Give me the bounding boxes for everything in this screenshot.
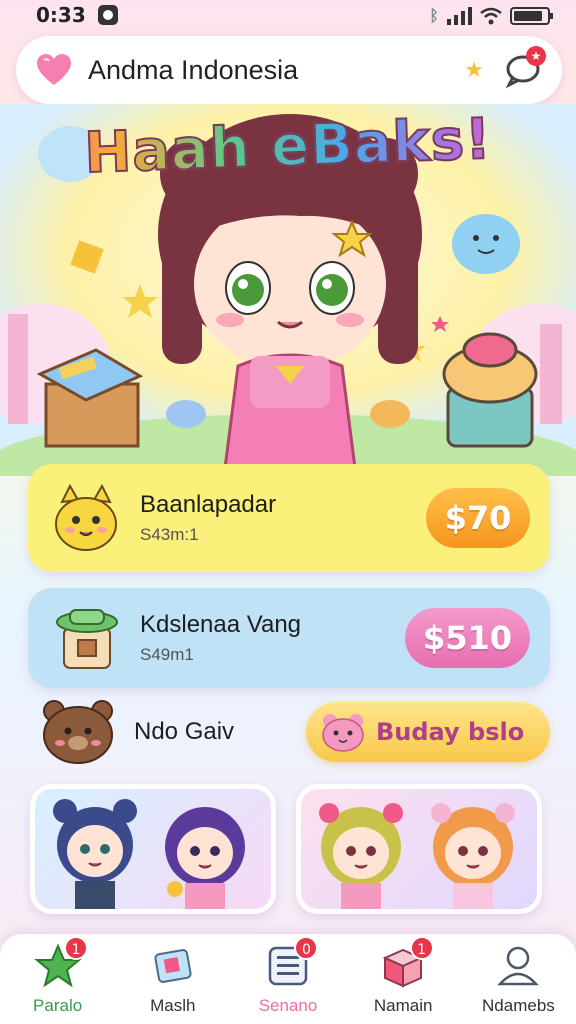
nav-badge: 0 <box>294 936 319 960</box>
signal-icon <box>447 6 472 25</box>
list-item[interactable]: Ndo Gaiv Buday bslo <box>40 696 550 768</box>
profile-icon <box>497 946 540 986</box>
price-button[interactable]: $510 <box>404 608 530 668</box>
item-name: Ndo Gaiv <box>134 718 235 745</box>
list-item[interactable]: Kdslenaa Vang S49m1 $510 <box>28 588 550 688</box>
nav-label: Namain <box>373 996 433 1015</box>
list-item[interactable]: Baanlapadar S43m:1 $70 <box>28 464 550 572</box>
item-name: Baanlapadar <box>140 491 277 518</box>
chat-button[interactable]: ★ <box>500 46 546 92</box>
item-subtitle: S43m:1 <box>140 525 199 544</box>
app-header: Andma Indonesia ★ ★ <box>16 36 562 104</box>
status-time: 0:33 <box>36 3 86 27</box>
nav-badge: 1 <box>64 936 88 960</box>
card-icon <box>154 949 192 983</box>
gallery-card[interactable] <box>30 784 276 914</box>
nav-label: Ndamebs <box>482 996 555 1015</box>
heart-icon[interactable] <box>34 50 74 90</box>
green-hat-box-icon <box>56 609 118 669</box>
yellow-cat-icon <box>55 483 117 551</box>
battery-icon <box>510 6 553 25</box>
buddy-button[interactable]: Buday bslo <box>306 702 550 762</box>
nav-item-paralo[interactable]: 1 Paralo <box>0 934 115 1024</box>
chat-badge: ★ <box>526 46 546 66</box>
brown-bear-icon <box>43 700 113 764</box>
chibi-girls-image <box>319 803 515 909</box>
nav-badge: 1 <box>409 936 434 960</box>
buddy-button-label: Buday bslo <box>376 718 525 746</box>
item-subtitle: S49m1 <box>140 645 194 664</box>
star-icon: ★ <box>464 57 484 83</box>
price-button[interactable]: $70 <box>426 488 530 548</box>
nav-item-maslh[interactable]: Maslh <box>115 934 230 1024</box>
chibi-pair-image <box>53 799 245 909</box>
nav-label: Maslh <box>150 996 196 1015</box>
nav-item-senano[interactable]: 0 Senano <box>230 934 345 1024</box>
pink-bear-icon <box>322 714 364 752</box>
app-title: Andma Indonesia <box>88 54 299 85</box>
gallery-card[interactable] <box>296 784 542 914</box>
wifi-icon <box>480 7 502 24</box>
status-bar: 0:33 ᛒ <box>0 0 576 30</box>
bottom-nav: 1 Paralo Maslh 0 Senano 1 Namain Ndamebs <box>0 934 576 1024</box>
bluetooth-icon: ᛒ <box>429 5 439 25</box>
nav-item-namain[interactable]: 1 Namain <box>346 934 461 1024</box>
nav-label: Paralo <box>33 996 83 1015</box>
status-icons: ᛒ <box>429 5 553 25</box>
item-name: Kdslenaa Vang <box>140 611 302 638</box>
notification-icon <box>97 5 118 25</box>
nav-item-ndamebs[interactable]: Ndamebs <box>461 934 576 1024</box>
nav-label: Senano <box>258 996 318 1015</box>
hero-banner: Haah eBaks! <box>0 104 576 476</box>
